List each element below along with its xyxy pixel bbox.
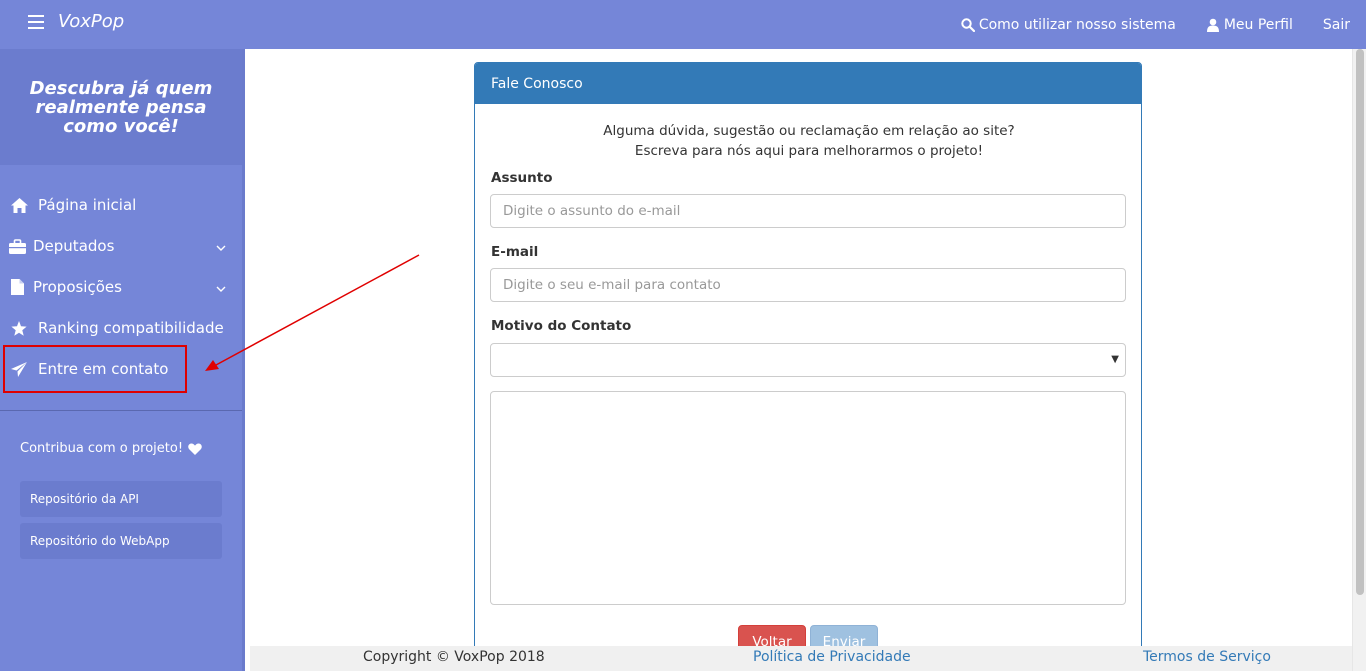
user-icon	[1206, 18, 1219, 32]
caret-down-icon: ▼	[1111, 354, 1119, 365]
intro-line-2: Escreva para nós aqui para melhorarmos o…	[634, 143, 984, 159]
reason-select[interactable]: ▼	[490, 343, 1126, 377]
chevron-down-icon	[216, 279, 226, 297]
contribute-label: Contribua com o projeto!	[20, 441, 184, 456]
help-link-label: Como utilizar nosso sistema	[978, 16, 1176, 33]
subject-label: Assunto	[491, 170, 553, 186]
sidebar-item-deputados[interactable]: Deputados	[8, 231, 240, 261]
panel-heading: Fale Conosco	[475, 63, 1141, 104]
file-icon	[8, 278, 26, 296]
privacy-link[interactable]: Política de Privacidade	[753, 649, 911, 665]
terms-link[interactable]: Termos de Serviço	[1143, 649, 1271, 665]
sidebar-item-label: Deputados	[33, 237, 115, 255]
sidebar-item-ranking[interactable]: Ranking compatibilidade	[10, 313, 242, 343]
search-icon	[961, 17, 975, 32]
top-nav-links: Como utilizar nosso sistema Meu Perfil S…	[931, 0, 1350, 49]
profile-link[interactable]: Meu Perfil	[1206, 17, 1293, 33]
intro-line-1: Alguma dúvida, sugestão ou reclamação em…	[603, 123, 1015, 139]
profile-link-label: Meu Perfil	[1223, 16, 1293, 33]
reason-label: Motivo do Contato	[491, 318, 632, 334]
sidebar-divider	[0, 410, 242, 411]
top-navbar: VoxPop Como utilizar nosso sistema Meu P…	[0, 0, 1366, 49]
page-scrollbar[interactable]	[1352, 49, 1366, 671]
email-label: E-mail	[491, 244, 539, 260]
sidebar-item-label: Página inicial	[38, 196, 137, 214]
repo-api-button[interactable]: Repositório da API	[20, 481, 222, 517]
help-link[interactable]: Como utilizar nosso sistema	[961, 17, 1176, 33]
logout-link[interactable]: Sair	[1323, 17, 1350, 33]
star-icon	[10, 319, 28, 337]
email-input[interactable]	[490, 268, 1126, 302]
home-icon	[10, 196, 28, 214]
chevron-down-icon	[216, 238, 226, 256]
sidebar-item-label: Ranking compatibilidade	[38, 319, 224, 337]
tagline-text: Descubra já quem realmente pensa como vo…	[29, 77, 213, 137]
subject-input[interactable]	[490, 194, 1126, 228]
highlight-annotation	[3, 345, 187, 393]
scrollbar-thumb[interactable]	[1356, 49, 1364, 595]
contact-panel: Fale Conosco Alguma dúvida, sugestão ou …	[474, 62, 1142, 662]
sidebar-item-home[interactable]: Página inicial	[10, 190, 242, 220]
tagline-banner: Descubra já quem realmente pensa como vo…	[0, 49, 242, 165]
contribute-heading: Contribua com o projeto!	[20, 441, 202, 456]
sidebar-item-proposicoes[interactable]: Proposições	[8, 272, 240, 302]
sidebar: Descubra já quem realmente pensa como vo…	[0, 49, 245, 671]
intro-text: Alguma dúvida, sugestão ou reclamação em…	[475, 121, 1141, 161]
brand-logo[interactable]: VoxPop	[58, 11, 124, 32]
briefcase-icon	[8, 237, 26, 255]
copyright-text: Copyright © VoxPop 2018	[363, 649, 545, 665]
heart-icon	[188, 442, 202, 455]
sidebar-item-label: Proposições	[33, 278, 122, 296]
hamburger-menu-icon[interactable]	[28, 15, 44, 29]
footer: Copyright © VoxPop 2018 Política de Priv…	[250, 646, 1352, 671]
repo-webapp-button[interactable]: Repositório do WebApp	[20, 523, 222, 559]
message-textarea[interactable]	[490, 391, 1126, 605]
